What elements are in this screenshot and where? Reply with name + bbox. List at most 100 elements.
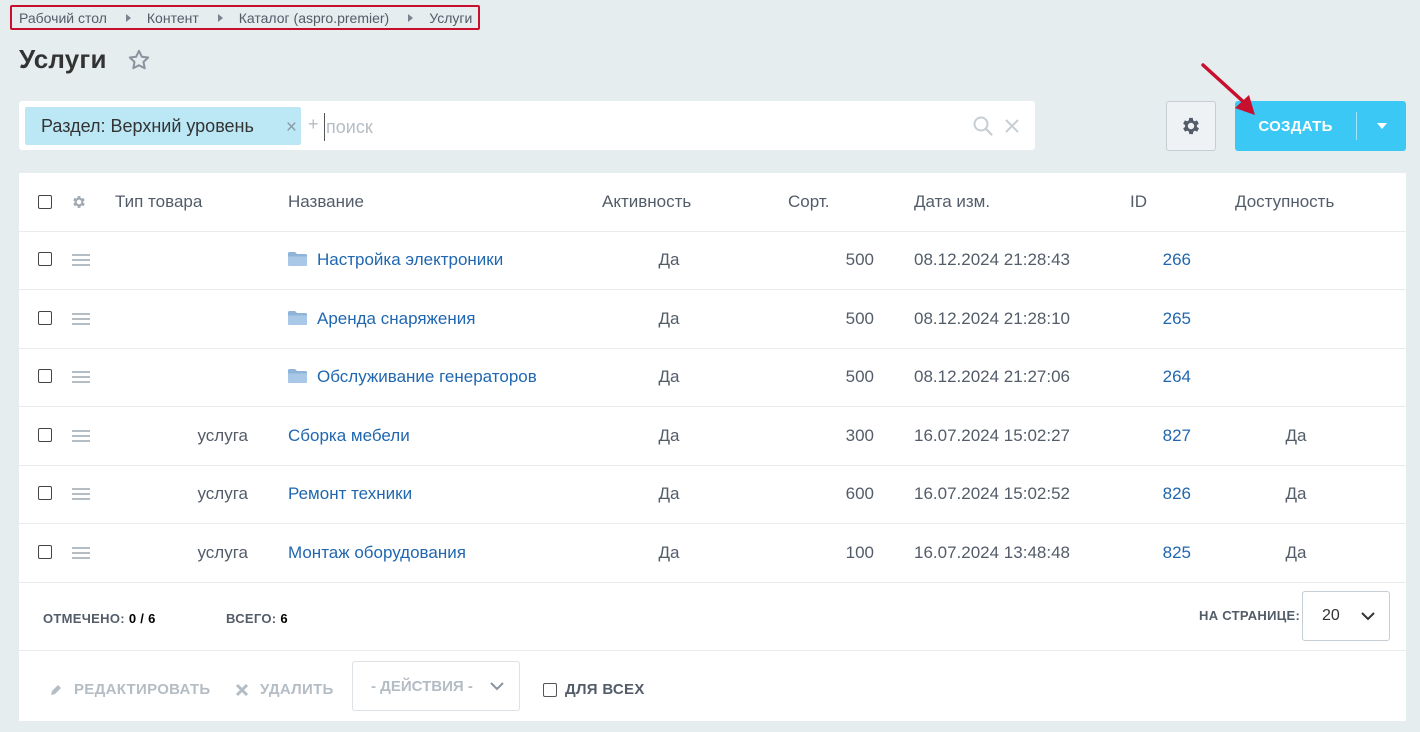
cell-id-link[interactable]: 266	[1119, 250, 1191, 270]
cell-name-link[interactable]: Ремонт техники	[288, 484, 412, 504]
cell-id-link[interactable]: 264	[1119, 367, 1191, 387]
breadcrumb-item-services[interactable]: Услуги	[429, 10, 472, 26]
folder-icon	[288, 252, 307, 266]
cell-date: 16.07.2024 15:02:27	[914, 425, 1070, 445]
for-all-checkbox[interactable]	[543, 682, 557, 697]
table-row[interactable]: Аренда снаряжения Да 500 08.12.2024 21:28:1…	[19, 290, 1406, 349]
breadcrumb-item-catalog[interactable]: Каталог (aspro.premier)	[239, 10, 389, 26]
breadcrumb-separator-icon	[408, 13, 414, 22]
table-row[interactable]: Обслуживание генераторов Да 500 08.12.2024 …	[19, 348, 1406, 408]
row-checkbox[interactable]	[38, 545, 52, 559]
drag-handle-icon[interactable]	[72, 254, 90, 266]
cell-active: Да	[658, 543, 680, 562]
cell-active: Да	[658, 250, 680, 269]
column-header-type[interactable]: Тип товара	[115, 192, 202, 212]
delete-action-button[interactable]: УДАЛИТЬ	[235, 681, 334, 698]
add-filter-plus-icon[interactable]: +	[308, 114, 319, 135]
cell-id-link[interactable]: 265	[1119, 309, 1191, 329]
search-input[interactable]	[324, 113, 948, 141]
grid-footer: ОТМЕЧЕНО: 0 / 6 ВСЕГО: 6 НА СТРАНИЦЕ: 20	[19, 583, 1406, 651]
cell-active: Да	[658, 367, 680, 387]
table-row[interactable]: Настройка электроники Да 500 08.12.2024 21:…	[19, 231, 1406, 290]
actions-select[interactable]: - ДЕЙСТВИЯ -	[352, 661, 520, 711]
row-checkbox[interactable]	[38, 252, 52, 266]
filter-tag-label: Раздел: Верхний уровень	[41, 115, 254, 136]
per-page-value: 20	[1322, 607, 1340, 624]
create-button[interactable]: СОЗДАТЬ	[1235, 101, 1406, 151]
breadcrumb-item-content[interactable]: Контент	[147, 10, 199, 26]
column-header-active[interactable]: Активность	[602, 192, 691, 212]
cell-id-link[interactable]: 825	[1119, 543, 1191, 563]
delete-action-label: УДАЛИТЬ	[260, 681, 334, 698]
star-icon[interactable]	[127, 48, 151, 72]
caret-down-icon	[1376, 123, 1387, 129]
per-page-label: НА СТРАНИЦЕ:	[1199, 608, 1301, 623]
cell-type: услуга	[197, 425, 248, 445]
breadcrumb-item-desktop[interactable]: Рабочий стол	[19, 10, 107, 26]
list-settings-button[interactable]	[1166, 101, 1216, 151]
cell-name-link[interactable]: Обслуживание генераторов	[317, 367, 537, 387]
column-header-id[interactable]: ID	[1130, 192, 1147, 212]
selected-count-value: 0 / 6	[128, 611, 156, 626]
create-button-label: СОЗДАТЬ	[1258, 117, 1333, 135]
for-all-option[interactable]: ДЛЯ ВСЕХ	[543, 681, 645, 698]
column-settings-gear-icon[interactable]	[71, 194, 87, 210]
clear-search-icon[interactable]	[1003, 117, 1021, 135]
pencil-icon	[51, 684, 61, 695]
cell-active: Да	[658, 484, 680, 504]
total-count-value: 6	[280, 611, 288, 626]
table-row[interactable]: услуга Монтаж оборудования Да 100 16.07.2024…	[19, 524, 1406, 583]
column-header-availability[interactable]: Доступность	[1235, 192, 1334, 212]
folder-icon	[288, 369, 307, 384]
table-row[interactable]: услуга Сборка мебели Да 300 16.07.2024 15:02…	[19, 407, 1406, 466]
cell-name-link[interactable]: Настройка электроники	[317, 250, 503, 270]
table-row[interactable]: услуга Ремонт техники Да 600 16.07.2024 15:0…	[19, 465, 1406, 525]
group-actions-bar: РЕДАКТИРОВАТЬ УДАЛИТЬ - ДЕЙСТВИЯ - ДЛЯ В…	[19, 651, 1406, 721]
create-dropdown-toggle[interactable]	[1357, 123, 1406, 129]
select-all-checkbox[interactable]	[38, 195, 52, 209]
column-header-date[interactable]: Дата изм.	[914, 192, 990, 212]
cell-sort: 500	[845, 308, 874, 328]
drag-handle-icon[interactable]	[72, 488, 90, 501]
column-header-sort[interactable]: Сорт.	[788, 192, 829, 212]
cell-id-link[interactable]: 827	[1119, 426, 1191, 446]
row-checkbox[interactable]	[38, 369, 52, 384]
filter-tag-remove-icon[interactable]: ×	[286, 117, 297, 139]
drag-handle-icon[interactable]	[72, 312, 90, 325]
cell-availability: Да	[1285, 543, 1307, 562]
filter-tag-section[interactable]: Раздел: Верхний уровень ×	[25, 107, 301, 145]
cell-type: услуга	[197, 484, 248, 504]
cell-date: 16.07.2024 15:02:52	[914, 484, 1070, 504]
cell-sort: 300	[845, 425, 874, 445]
cell-name-link[interactable]: Монтаж оборудования	[288, 543, 466, 563]
per-page-select[interactable]: 20	[1302, 591, 1390, 641]
edit-action-button[interactable]: РЕДАКТИРОВАТЬ	[49, 681, 211, 698]
search-icon[interactable]	[972, 115, 994, 137]
row-checkbox[interactable]	[38, 486, 52, 501]
cell-sort: 500	[845, 250, 874, 269]
chevron-down-icon	[490, 682, 504, 691]
column-header-name[interactable]: Название	[288, 192, 364, 212]
cell-active: Да	[658, 425, 680, 445]
filter-search-bar: Раздел: Верхний уровень × +	[19, 101, 1035, 150]
drag-handle-icon[interactable]	[72, 371, 90, 384]
cell-type: услуга	[197, 543, 248, 562]
cell-date: 08.12.2024 21:28:43	[914, 250, 1070, 269]
close-icon	[235, 683, 249, 696]
cell-id-link[interactable]: 826	[1119, 484, 1191, 504]
cell-date: 08.12.2024 21:27:06	[914, 367, 1070, 387]
row-checkbox[interactable]	[38, 310, 52, 325]
cell-sort: 100	[845, 543, 874, 562]
cell-availability: Да	[1285, 484, 1307, 504]
cell-name-link[interactable]: Аренда снаряжения	[317, 309, 475, 329]
total-count-label: ВСЕГО:	[226, 611, 277, 626]
chevron-down-icon	[1361, 612, 1375, 621]
cell-name-link[interactable]: Сборка мебели	[288, 426, 410, 446]
row-checkbox[interactable]	[38, 427, 52, 442]
drag-handle-icon[interactable]	[72, 429, 90, 442]
gear-icon	[1183, 117, 1199, 135]
breadcrumb: Рабочий стол Контент Каталог (aspro.prem…	[10, 5, 481, 30]
breadcrumb-separator-icon	[217, 13, 223, 22]
drag-handle-icon[interactable]	[72, 547, 90, 559]
title-row: Услуги	[19, 44, 151, 75]
